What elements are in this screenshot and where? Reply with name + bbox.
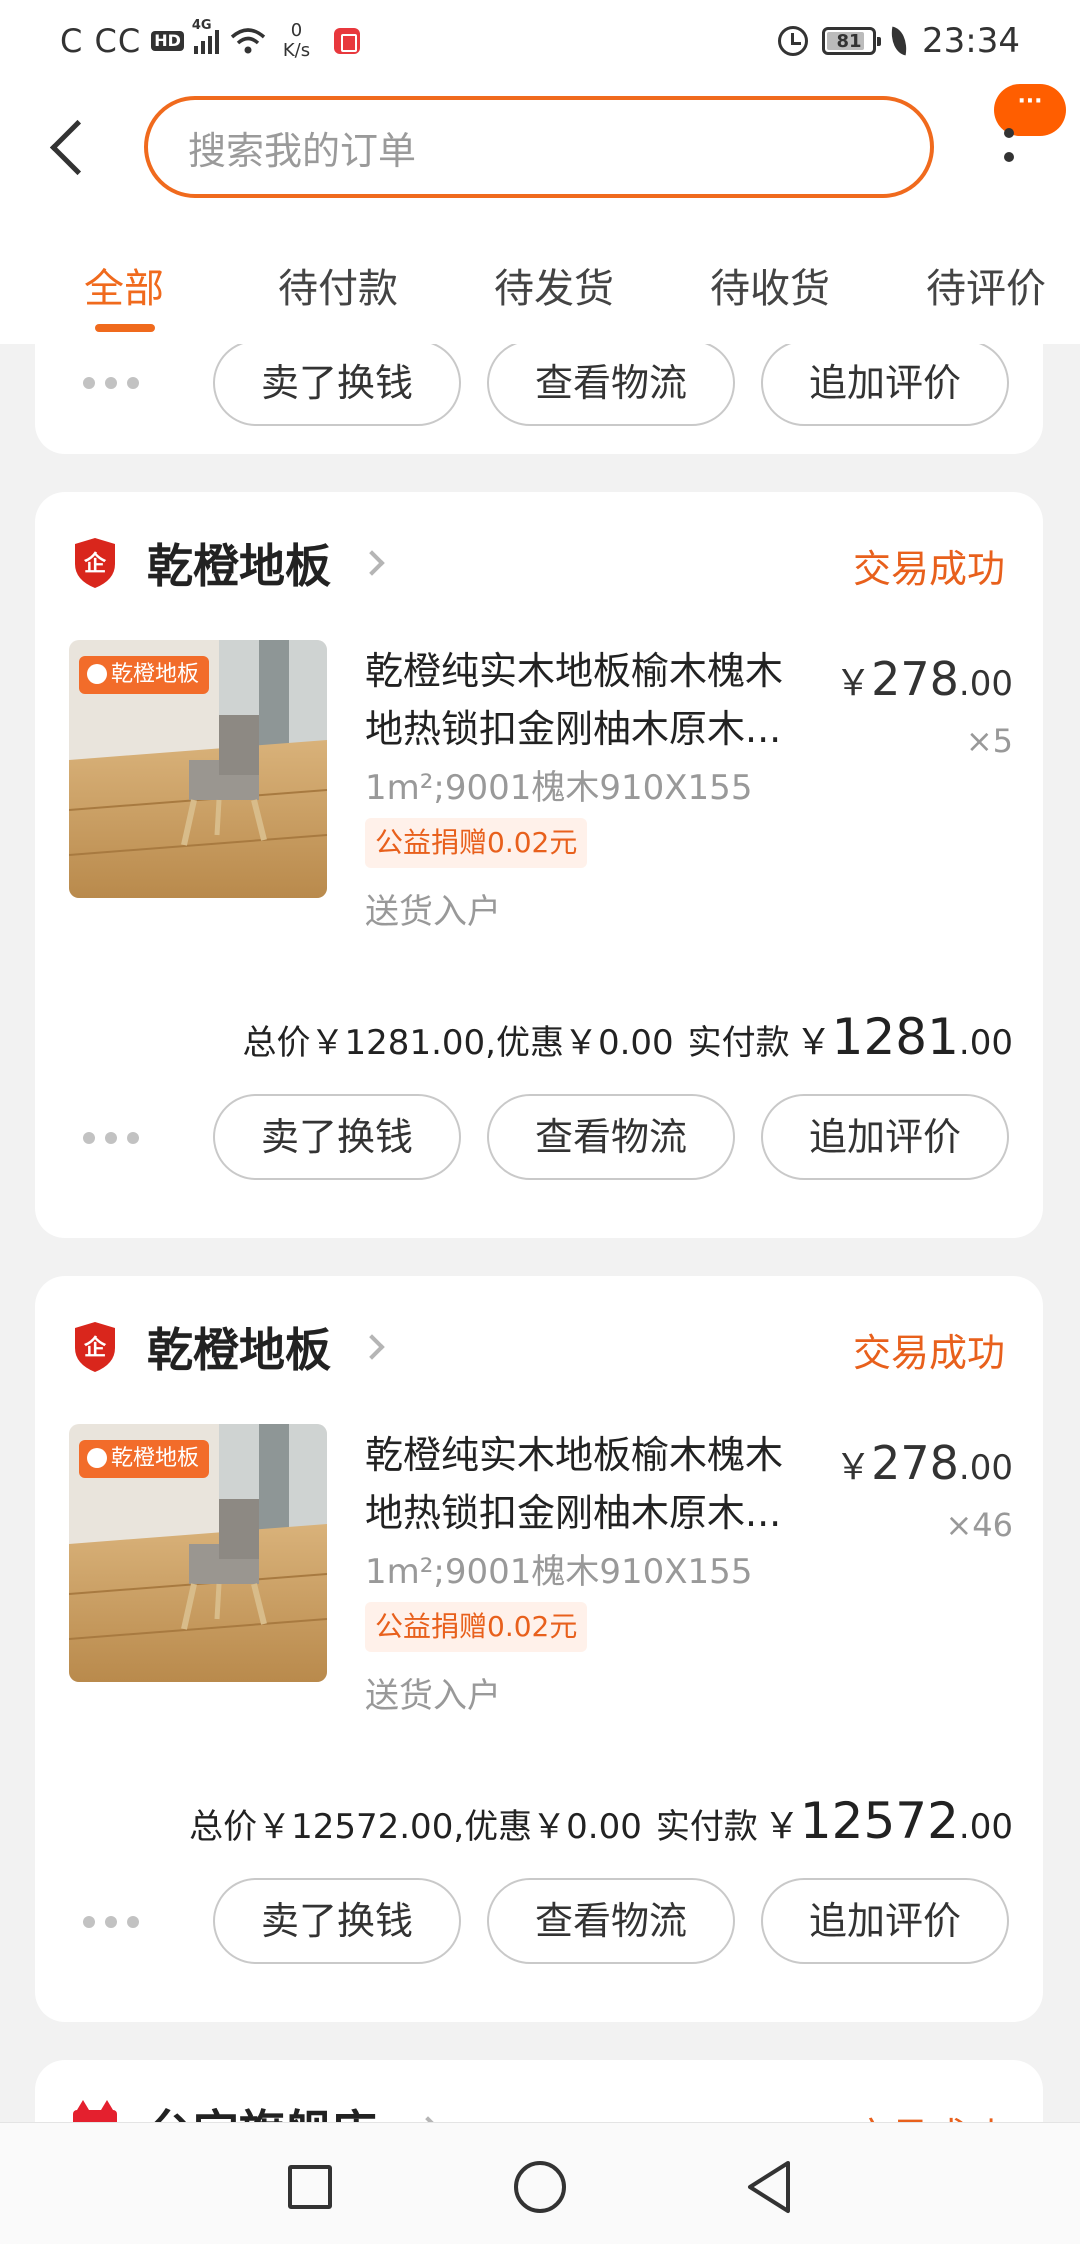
sell-button[interactable]: 卖了换钱: [213, 344, 461, 426]
order-status: 交易成功: [853, 2106, 1005, 2122]
product-brand-label: 乾橙地板: [79, 1440, 210, 1478]
more-dots-icon[interactable]: [83, 1916, 139, 1928]
paid-label: 实付款: [655, 1807, 758, 1847]
product-title-line2: 地热锁扣金刚柚木原木...: [365, 1491, 782, 1535]
paid-amount-int: 1281: [831, 1008, 959, 1066]
search-input[interactable]: 搜索我的订单: [144, 96, 934, 198]
tab-active-indicator: [95, 324, 155, 332]
product-quantity: ×5: [965, 722, 1013, 760]
total-and-discount: 总价￥12572.00,优惠￥0.00: [189, 1807, 642, 1847]
order-card-partial-top: 卖了换钱 查看物流 追加评价: [35, 344, 1043, 454]
tab-pending-shipment[interactable]: 待发货: [494, 256, 614, 314]
delivery-service: 送货入户: [365, 1676, 501, 1716]
tab-pending-review[interactable]: 待评价: [926, 256, 1046, 314]
price-int: 278: [871, 1436, 959, 1490]
status-right: 81 23:34: [778, 21, 1020, 61]
hd-badge: HD: [151, 31, 184, 51]
product-price: ￥278.00: [835, 1436, 1013, 1490]
nav-triangle-icon[interactable]: [744, 2159, 794, 2215]
order-status: 交易成功: [852, 1331, 1005, 1375]
chevron-right-icon[interactable]: [359, 550, 385, 576]
product-quantity: ×46: [945, 1506, 1013, 1544]
signal-icon: 4G: [192, 18, 219, 54]
nav-square-icon[interactable]: [288, 2165, 332, 2209]
order-tabs: 全部 待付款 待发货 待收货 待评价: [0, 212, 1080, 344]
nav-circle-icon[interactable]: [514, 2161, 566, 2213]
clock: 23:34: [922, 21, 1020, 61]
order-card[interactable]: 企 乾橙地板 交易成功 乾橙地板 乾橙纯实木地板榆木槐木 地热锁扣金刚柚木原木.…: [35, 492, 1043, 1238]
net-speed-unit: K/s: [282, 40, 311, 61]
sell-button[interactable]: 卖了换钱: [213, 1094, 461, 1180]
order-status: 交易成功: [852, 547, 1005, 591]
svg-text:企: 企: [83, 551, 107, 577]
order-list: 卖了换钱 查看物流 追加评价 企 乾橙地板 交易成功 乾橙地板 乾橙纯实木地板榆…: [0, 344, 1080, 2122]
total-and-discount: 总价￥1281.00,优惠￥0.00: [242, 1023, 674, 1063]
more-dots-icon[interactable]: [83, 377, 139, 389]
donation-badge: 公益捐赠0.02元: [365, 818, 588, 868]
review-button[interactable]: 追加评价: [761, 344, 1009, 426]
product-title[interactable]: 乾橙纯实木地板榆木槐木 地热锁扣金刚柚木原木...: [365, 1426, 815, 1542]
product-sku: 1m²;9001槐木910X155: [365, 1552, 753, 1592]
header: 搜索我的订单 ···: [0, 82, 1080, 212]
delivery-service: 送货入户: [365, 892, 501, 932]
review-button[interactable]: 追加评价: [761, 1094, 1009, 1180]
product-brand-label: 乾橙地板: [79, 656, 210, 694]
paid-label: 实付款: [687, 1023, 790, 1063]
chevron-right-icon[interactable]: [359, 1334, 385, 1360]
battery-level: 81: [836, 30, 862, 52]
review-button[interactable]: 追加评价: [761, 1878, 1009, 1964]
enterprise-shield-icon: 企: [75, 1322, 115, 1372]
shop-name[interactable]: 台宝旗舰店: [147, 2096, 377, 2122]
donation-badge: 公益捐赠0.02元: [365, 1602, 588, 1652]
system-nav-bar: [0, 2122, 1080, 2244]
alarm-icon: [778, 26, 809, 56]
product-image[interactable]: 乾橙地板: [69, 640, 327, 898]
product-image[interactable]: 乾橙地板: [69, 1424, 327, 1682]
logistics-button[interactable]: 查看物流: [487, 344, 735, 426]
battery-icon: 81: [822, 27, 882, 55]
tab-pending-receipt[interactable]: 待收货: [710, 256, 830, 314]
paid-amount-dec: .00: [958, 1807, 1013, 1847]
order-summary: 总价￥12572.00,优惠￥0.00 实付款 ￥ 12572.00: [189, 1792, 1013, 1850]
app-notification-icon: [334, 28, 361, 54]
net-speed-value: 0: [290, 20, 303, 41]
shop-name[interactable]: 乾橙地板: [147, 530, 331, 596]
status-bar: C CC HD 4G 0 K/s 81 23:34: [0, 0, 1080, 82]
enterprise-shield-icon: 企: [75, 538, 115, 588]
more-menu-button[interactable]: ···: [980, 82, 1070, 202]
paid-amount-dec: .00: [958, 1023, 1013, 1063]
more-menu-icon[interactable]: [1004, 128, 1014, 176]
price-dec: .00: [958, 1448, 1013, 1488]
network-type: 4G: [191, 18, 212, 33]
carrier-label: C CC: [60, 22, 142, 60]
power-saving-icon: [887, 26, 911, 56]
product-sku: 1m²;9001槐木910X155: [365, 768, 753, 808]
product-title-line2: 地热锁扣金刚柚木原木...: [365, 707, 782, 751]
status-left: C CC HD 4G 0 K/s: [60, 18, 361, 61]
logistics-button[interactable]: 查看物流: [487, 1094, 735, 1180]
price-dec: .00: [958, 664, 1013, 704]
net-speed: 0 K/s: [283, 21, 310, 61]
tmall-icon: 天猫: [73, 2100, 117, 2122]
order-card[interactable]: 企 乾橙地板 交易成功 乾橙地板 乾橙纯实木地板榆木槐木 地热锁扣金刚柚木原木.…: [35, 1276, 1043, 2022]
tab-all[interactable]: 全部: [84, 256, 164, 314]
more-dots-icon[interactable]: [83, 1132, 139, 1144]
paid-amount-int: 12572: [799, 1792, 959, 1850]
order-summary: 总价￥1281.00,优惠￥0.00 实付款 ￥ 1281.00: [242, 1008, 1013, 1066]
wifi-icon: [230, 28, 266, 54]
shop-name[interactable]: 乾橙地板: [147, 1314, 331, 1380]
sell-button[interactable]: 卖了换钱: [213, 1878, 461, 1964]
product-title-line1: 乾橙纯实木地板榆木槐木: [365, 649, 784, 693]
price-int: 278: [871, 652, 959, 706]
back-arrow-icon[interactable]: [44, 110, 104, 180]
svg-text:企: 企: [83, 1335, 107, 1361]
product-title[interactable]: 乾橙纯实木地板榆木槐木 地热锁扣金刚柚木原木...: [365, 642, 815, 758]
search-placeholder: 搜索我的订单: [188, 128, 417, 173]
product-title-line1: 乾橙纯实木地板榆木槐木: [365, 1433, 784, 1477]
product-price: ￥278.00: [835, 652, 1013, 706]
logistics-button[interactable]: 查看物流: [487, 1878, 735, 1964]
tab-pending-payment[interactable]: 待付款: [278, 256, 398, 314]
order-card-partial-bottom[interactable]: 天猫 台宝旗舰店 交易成功: [35, 2060, 1043, 2122]
